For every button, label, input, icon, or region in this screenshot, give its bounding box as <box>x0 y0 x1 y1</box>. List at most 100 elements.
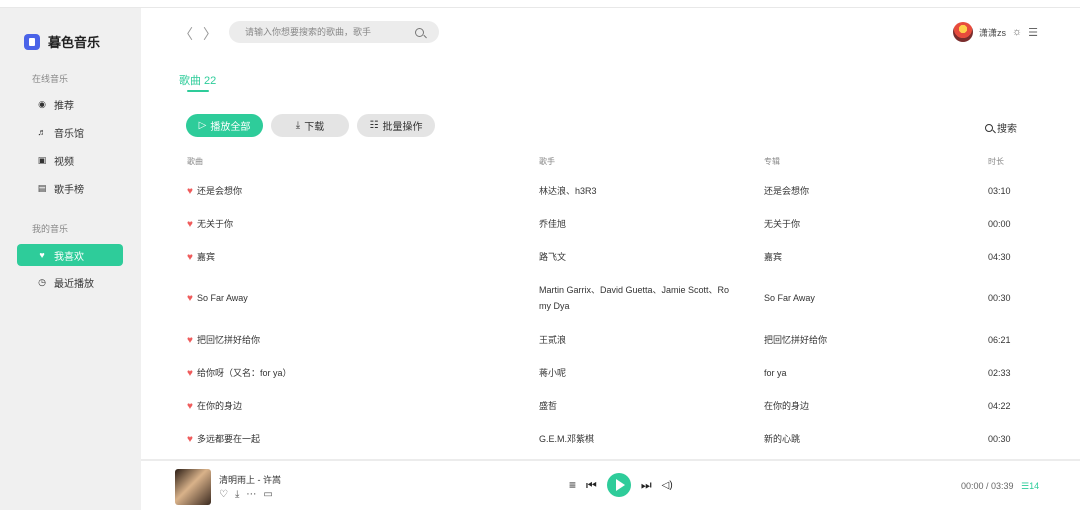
theme-sun-icon[interactable]: ☼ <box>1012 26 1022 38</box>
table-row[interactable]: ♥ 嘉宾 路飞文 嘉宾 04:30 <box>179 249 1039 265</box>
username[interactable]: 潇潇zs <box>979 26 1006 39</box>
artist-cell[interactable]: 林达浪、h3R3 <box>539 183 597 199</box>
list-icon: ☷ <box>369 120 379 131</box>
tab-underline <box>187 90 209 92</box>
artist-cell[interactable]: 王贰浪 <box>539 332 566 348</box>
album-cover[interactable] <box>175 469 211 505</box>
heart-icon[interactable]: ♥ <box>187 368 193 379</box>
sidebar: 暮色音乐 在线音乐 ◉ 推荐 ♬ 音乐馆 ▣ 视频 ▤ 歌手榜 我的音乐 ♥ 我… <box>0 8 141 510</box>
column-header-artist: 歌手 <box>539 157 555 166</box>
download-button[interactable]: ⤓ 下载 <box>271 114 349 137</box>
play-button[interactable] <box>606 473 631 497</box>
search-icon[interactable] <box>415 27 424 37</box>
brand-name: 暮色音乐 <box>48 35 101 50</box>
album-cell[interactable]: 在你的身边 <box>764 398 809 414</box>
sidebar-item-label: 推荐 <box>54 100 74 112</box>
volume-icon[interactable]: ◁) <box>662 480 673 491</box>
album-cell[interactable]: 嘉宾 <box>764 249 782 265</box>
column-header-album: 专辑 <box>764 157 780 166</box>
batch-operation-button[interactable]: ☷ 批量操作 <box>357 114 435 137</box>
heart-icon[interactable]: ♥ <box>187 219 193 230</box>
queue-count: 14 <box>1029 481 1040 491</box>
menu-icon[interactable]: ☰ <box>1028 26 1038 39</box>
album-cell[interactable]: 还是会想你 <box>764 183 809 199</box>
search-input[interactable] <box>245 27 415 37</box>
artist-cell[interactable]: 盛哲 <box>539 398 557 414</box>
table-row[interactable]: ♥ 在你的身边 盛哲 在你的身边 04:22 <box>179 398 1039 414</box>
table-search-button[interactable]: 搜索 <box>985 120 1017 135</box>
tab-songs[interactable]: 歌曲 22 <box>179 72 216 88</box>
song-cell: ♥ 在你的身边 <box>187 398 242 415</box>
song-title: So Far Away <box>196 293 248 303</box>
song-title: 在你的身边 <box>196 401 242 411</box>
artist-cell[interactable]: G.E.M.邓紫棋 <box>539 431 594 447</box>
table-row[interactable]: ♥ 多远都要在一起 G.E.M.邓紫棋 新的心跳 00:30 <box>179 431 1039 447</box>
album-cell[interactable]: So Far Away <box>764 290 815 306</box>
table-row[interactable]: ♥ 把回忆拼好给你 王贰浪 把回忆拼好给你 06:21 <box>179 332 1039 348</box>
user-area: 潇潇zs ☼ ☰ <box>953 22 1038 42</box>
section-title-mine: 我的音乐 <box>32 224 69 234</box>
table-row[interactable]: ♥ So Far Away Martin Garrix、David Guetta、… <box>179 282 1039 314</box>
heart-icon[interactable]: ♥ <box>187 252 193 263</box>
album-cell[interactable]: 无关于你 <box>764 216 800 232</box>
back-arrow-icon[interactable]: 〈 <box>179 24 193 44</box>
heart-icon[interactable]: ♥ <box>187 335 193 346</box>
brand[interactable]: 暮色音乐 <box>24 32 100 51</box>
music-app: 暮色音乐 在线音乐 ◉ 推荐 ♬ 音乐馆 ▣ 视频 ▤ 歌手榜 我的音乐 ♥ 我… <box>0 0 1080 510</box>
play-all-button[interactable]: ▷ 播放全部 <box>186 114 263 137</box>
download-icon[interactable]: ⤓ <box>235 489 239 500</box>
table-row[interactable]: ♥ 无关于你 乔佳旭 无关于你 00:00 <box>179 216 1039 232</box>
queue-button[interactable]: ☰14 <box>1021 481 1039 492</box>
column-header-song: 歌曲 <box>187 157 203 166</box>
batch-label: 批量操作 <box>382 122 423 133</box>
forward-arrow-icon[interactable]: 〉 <box>203 24 217 44</box>
previous-icon[interactable]: ⏮ <box>586 478 597 493</box>
header: 〈 〉 潇潇zs ☼ ☰ <box>141 8 1080 56</box>
sidebar-item-video[interactable]: ▣ 视频 <box>17 149 123 171</box>
now-playing-actions: ♡ ⤓ ⋯ ▭ <box>219 489 273 500</box>
table-row[interactable]: ♥ 给你呀（又名：for ya） 蒋小呢 for ya 02:33 <box>179 365 1039 381</box>
song-title: 嘉宾 <box>196 252 215 262</box>
search-bar <box>229 21 439 43</box>
avatar[interactable] <box>953 22 974 42</box>
heart-icon[interactable]: ♥ <box>187 401 193 412</box>
sidebar-item-recommend[interactable]: ◉ 推荐 <box>17 93 123 115</box>
playback-time: 00:00 / 03:39 <box>961 481 1014 491</box>
song-title: 还是会想你 <box>196 186 242 196</box>
comment-icon[interactable]: ▭ <box>263 489 272 500</box>
artist-cell-line2[interactable]: my Dya <box>539 298 570 314</box>
heart-icon[interactable]: ♥ <box>187 434 193 445</box>
duration-cell: 00:00 <box>988 219 1011 229</box>
album-cell[interactable]: for ya <box>764 365 787 381</box>
sidebar-item-recent[interactable]: ◷ 最近播放 <box>17 271 123 293</box>
section-title-online: 在线音乐 <box>32 74 69 84</box>
song-title: 无关于你 <box>196 219 233 229</box>
music-note-icon: ♬ <box>37 126 47 137</box>
next-icon[interactable]: ⏭ <box>641 478 652 493</box>
sidebar-item-singer-chart[interactable]: ▤ 歌手榜 <box>17 177 123 199</box>
table-row[interactable]: ♥ 还是会想你 林达浪、h3R3 还是会想你 03:10 <box>179 183 1039 199</box>
heart-icon[interactable]: ♥ <box>187 293 193 304</box>
album-cell[interactable]: 把回忆拼好给你 <box>764 332 827 348</box>
playlist-icon[interactable]: ≡ <box>569 478 576 492</box>
chart-icon: ▤ <box>37 182 47 193</box>
more-icon[interactable]: ⋯ <box>246 489 256 500</box>
song-cell: ♥ 给你呀（又名：for ya） <box>187 365 291 382</box>
song-list-panel: 歌曲 22 ▷ 播放全部 ⤓ 下载 ☷ 批量操作 搜索 歌曲 歌手 专辑 时长 … <box>141 56 1080 459</box>
duration-cell: 00:30 <box>988 434 1011 444</box>
heart-icon: ♥ <box>39 249 45 260</box>
like-icon[interactable]: ♡ <box>219 489 228 500</box>
song-cell: ♥ 多远都要在一起 <box>187 431 260 448</box>
sidebar-item-label: 我喜欢 <box>54 251 84 263</box>
song-title: 把回忆拼好给你 <box>196 335 260 345</box>
artist-cell-line1[interactable]: Martin Garrix、David Guetta、Jamie Scott、R… <box>539 282 729 298</box>
artist-cell[interactable]: 乔佳旭 <box>539 216 566 232</box>
artist-cell[interactable]: 蒋小呢 <box>539 365 566 381</box>
song-cell: ♥ 嘉宾 <box>187 249 215 266</box>
sidebar-item-favorites[interactable]: ♥ 我喜欢 <box>17 244 123 266</box>
artist-cell[interactable]: 路飞文 <box>539 249 566 265</box>
heart-icon[interactable]: ♥ <box>187 186 193 197</box>
song-cell: ♥ So Far Away <box>187 290 248 307</box>
album-cell[interactable]: 新的心跳 <box>764 431 800 447</box>
sidebar-item-music-hall[interactable]: ♬ 音乐馆 <box>17 121 123 143</box>
